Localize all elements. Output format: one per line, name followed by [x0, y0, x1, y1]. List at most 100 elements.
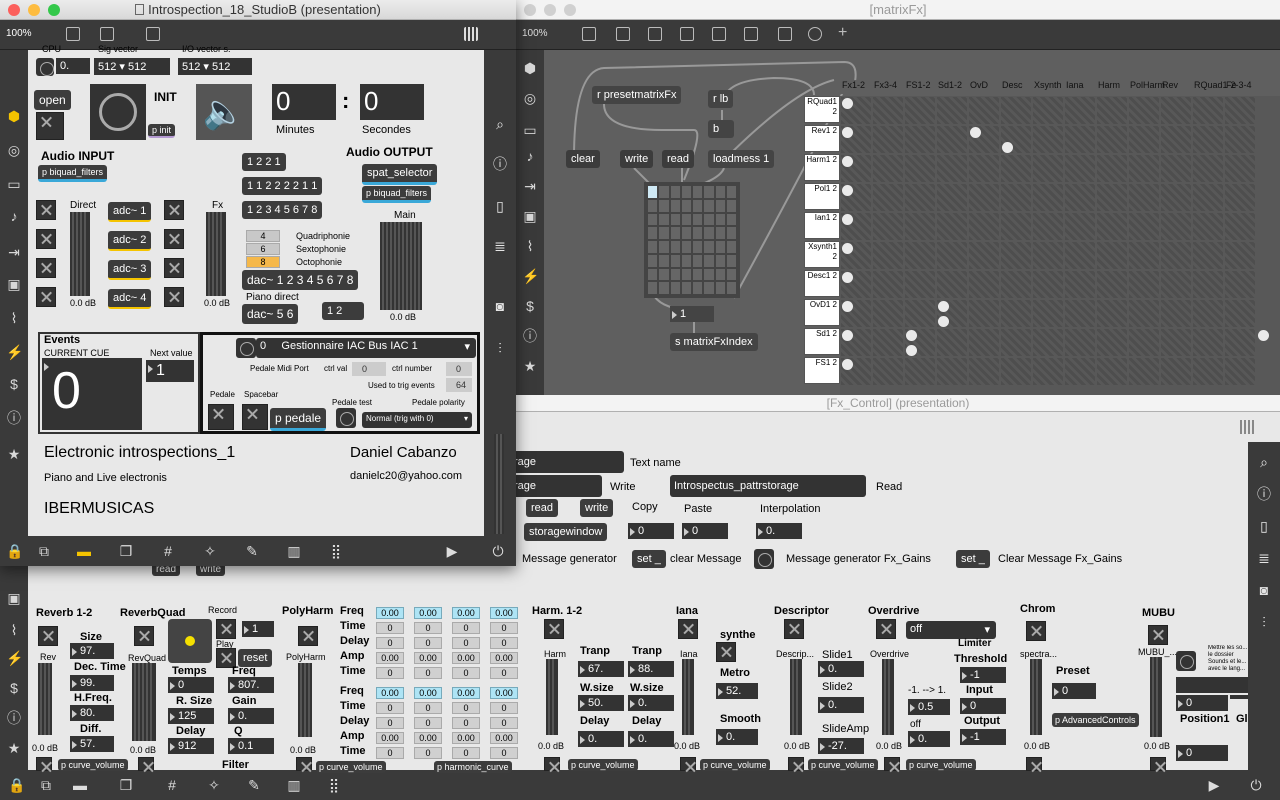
matrix-cell[interactable]	[969, 271, 999, 298]
info-icon[interactable]: ⓘ	[1256, 486, 1272, 502]
matrix-cell[interactable]	[1161, 155, 1191, 182]
matrix-cell[interactable]	[1033, 271, 1063, 298]
matrix-cell[interactable]	[873, 242, 903, 269]
target-icon[interactable]: ◎	[522, 90, 538, 106]
grid-cell[interactable]	[704, 241, 714, 253]
matrix-active-cell[interactable]	[906, 330, 917, 341]
clear-message[interactable]: clear	[566, 150, 600, 168]
wand-icon-2[interactable]: ✧	[206, 777, 222, 793]
ctrl-number-value[interactable]: 0	[446, 362, 472, 376]
fx-toggle-4[interactable]	[164, 287, 184, 307]
grid-cell[interactable]	[715, 268, 725, 281]
curve-toggle-7[interactable]	[884, 757, 900, 771]
matrix-cell[interactable]	[1033, 329, 1063, 356]
midi-port-menu[interactable]: 0 Gestionnaire IAC Bus IAC 1 ▾	[256, 338, 476, 358]
matrix-cell[interactable]	[1193, 300, 1223, 327]
slide1-number[interactable]: 0.	[818, 661, 864, 677]
matrix-cell[interactable]	[1193, 271, 1223, 298]
gains-bang[interactable]	[754, 549, 774, 569]
polyharm-cell[interactable]: 0	[376, 637, 404, 649]
grid-cell[interactable]	[659, 199, 669, 212]
polyharm-cell[interactable]: 0	[376, 702, 404, 714]
descriptor-toggle[interactable]	[784, 619, 804, 639]
grid-cell[interactable]	[693, 199, 703, 212]
keypad-icon-2[interactable]: ⣿	[326, 777, 342, 793]
matrix-cell[interactable]	[1097, 271, 1127, 298]
matrix-cell[interactable]	[905, 155, 935, 182]
message-icon[interactable]	[680, 27, 694, 41]
grid-cell[interactable]	[670, 227, 680, 239]
matrix-cell[interactable]	[1193, 97, 1223, 124]
close-button[interactable]	[524, 4, 536, 16]
matrix-cell[interactable]	[873, 213, 903, 240]
matrix-cell[interactable]	[873, 155, 903, 182]
grid-cell[interactable]	[726, 282, 736, 294]
matrix-cell[interactable]	[1225, 184, 1255, 211]
matrix-title-bar[interactable]: [matrixFx]	[516, 0, 1280, 20]
list-icon-main[interactable]: ≣	[492, 238, 508, 254]
matrix-cell[interactable]	[1097, 213, 1127, 240]
info-italic-icon-2[interactable]: ⓘ	[6, 710, 22, 726]
mapping-message-2[interactable]: 1 1 2 2 2 2 1 1	[242, 177, 323, 195]
star-icon-main[interactable]: ★	[6, 446, 22, 462]
polyharm-cell[interactable]: 0	[490, 622, 518, 634]
threshold-number[interactable]: -1	[960, 667, 1006, 683]
matrix-cell[interactable]	[1129, 97, 1159, 124]
button-icon[interactable]	[744, 27, 758, 41]
grid-cell[interactable]	[670, 213, 680, 226]
matrix-cell[interactable]	[969, 213, 999, 240]
polyharm-cell[interactable]: 0.00	[414, 652, 442, 664]
piano-icon-2[interactable]: ▥	[286, 777, 302, 793]
p-pedale[interactable]: p pedale	[270, 408, 327, 431]
matrix-cell[interactable]	[1129, 329, 1159, 356]
matrix-cell[interactable]	[1161, 300, 1191, 327]
lock-icon-2[interactable]: 🔒	[8, 777, 25, 793]
wsize-number-1[interactable]: 50.	[578, 695, 624, 711]
grid-cell[interactable]	[681, 282, 691, 294]
polyharm-cell[interactable]: 0	[452, 717, 480, 729]
grid-cell[interactable]	[670, 282, 680, 294]
matrix-cell[interactable]	[1193, 358, 1223, 385]
presentation-icon[interactable]	[616, 27, 630, 41]
matrix-cell[interactable]	[905, 184, 935, 211]
matrix-cell[interactable]	[969, 329, 999, 356]
polyharm-cell[interactable]: 0	[452, 667, 480, 679]
toggle-icon[interactable]	[712, 27, 726, 41]
fx-title-bar[interactable]: [Fx_Control] (presentation)	[516, 395, 1280, 412]
pedal-bang[interactable]	[236, 338, 256, 358]
matrix-cell[interactable]	[1033, 242, 1063, 269]
windows-icon-bottom[interactable]: ❐	[118, 543, 134, 559]
grid-cell[interactable]	[670, 199, 680, 212]
dectime-number[interactable]: 99.	[70, 675, 114, 691]
grid-cell[interactable]	[715, 186, 725, 198]
matrix-cell[interactable]	[873, 126, 903, 153]
matrix-cell[interactable]	[1001, 97, 1031, 124]
matrix-cell[interactable]	[1129, 184, 1159, 211]
paperclip-icon-2[interactable]: ⌇	[6, 622, 22, 638]
p-init[interactable]: p init	[148, 124, 176, 138]
polyharm-cell[interactable]: 0.00	[490, 687, 518, 699]
ctrl-val-number[interactable]: 0	[352, 362, 386, 376]
matrix-cell[interactable]	[905, 242, 935, 269]
fx-toggle-1[interactable]	[164, 200, 184, 220]
matrix-cell[interactable]	[1033, 184, 1063, 211]
q-number[interactable]: 0.1	[228, 738, 274, 754]
fx-toggle-3[interactable]	[164, 258, 184, 278]
inspector-icon[interactable]: ⇥	[522, 178, 538, 194]
camera-icon-main[interactable]: ◙	[492, 298, 508, 314]
matrix-cell[interactable]	[1129, 271, 1159, 298]
matrix-active-cell[interactable]	[842, 127, 853, 138]
matrix-cell[interactable]	[937, 184, 967, 211]
delay-number[interactable]: 912	[168, 738, 214, 754]
zoom-level[interactable]: 100%	[522, 28, 548, 39]
grid-cell[interactable]	[693, 241, 703, 253]
grid-cell[interactable]	[648, 213, 658, 226]
polyharm-cell[interactable]: 0.00	[452, 687, 480, 699]
search-icon-main[interactable]: ⌕	[492, 116, 508, 132]
slideamp-number[interactable]: -27.	[818, 738, 864, 754]
grid-cell[interactable]	[726, 199, 736, 212]
r-presetmatrixfx[interactable]: r presetmatrixFx	[592, 86, 682, 104]
mubu-slider[interactable]	[1150, 657, 1162, 737]
set-button-2[interactable]: set _	[956, 550, 990, 568]
matrix-cell[interactable]	[1097, 242, 1127, 269]
